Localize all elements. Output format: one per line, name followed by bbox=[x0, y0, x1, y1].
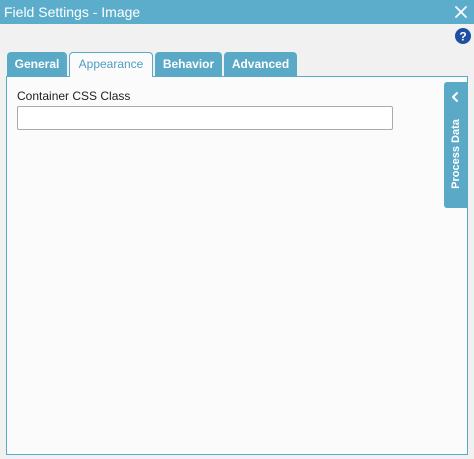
container-css-class-input[interactable] bbox=[17, 106, 393, 130]
process-data-tab[interactable]: Process Data bbox=[444, 82, 467, 208]
tab-general[interactable]: General bbox=[7, 52, 67, 76]
title-bar: Field Settings - Image bbox=[0, 0, 474, 24]
tab-behavior[interactable]: Behavior bbox=[155, 52, 222, 76]
help-icon[interactable]: ? bbox=[455, 28, 471, 44]
close-icon[interactable] bbox=[454, 5, 468, 19]
appearance-panel: Container CSS Class bbox=[6, 76, 468, 455]
chevron-left-icon bbox=[450, 90, 460, 102]
container-css-class-label: Container CSS Class bbox=[17, 89, 131, 103]
dialog-title: Field Settings - Image bbox=[4, 4, 141, 20]
field-settings-dialog: Field Settings - Image ? General Appeara… bbox=[0, 0, 474, 459]
svg-text:?: ? bbox=[459, 30, 466, 44]
process-data-label: Process Data bbox=[449, 119, 462, 189]
tab-appearance[interactable]: Appearance bbox=[69, 52, 153, 77]
tab-advanced[interactable]: Advanced bbox=[224, 52, 297, 76]
